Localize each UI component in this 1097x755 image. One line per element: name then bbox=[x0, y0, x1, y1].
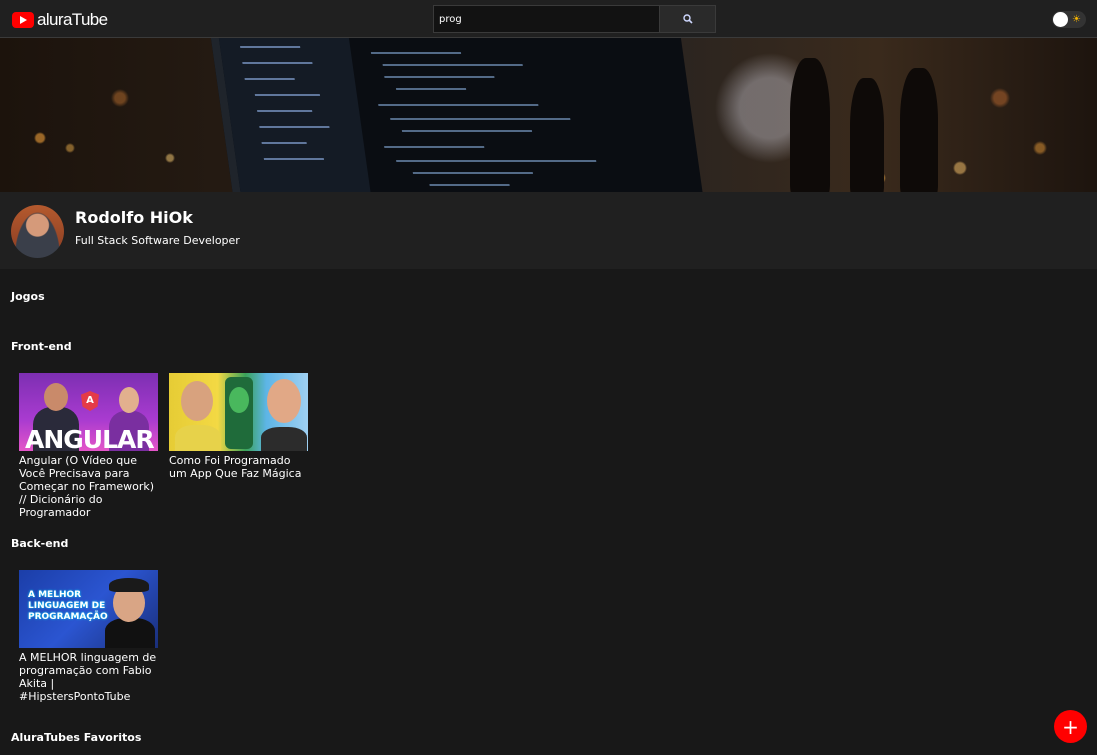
play-icon bbox=[12, 12, 34, 28]
thumbnail-text: ANGULAR bbox=[25, 425, 155, 451]
theme-toggle[interactable]: ☀ bbox=[1052, 11, 1086, 28]
section-title-jogos: Jogos bbox=[11, 290, 45, 303]
video-card[interactable]: A MELHOR LINGUAGEM DE PROGRAMAÇÃO A MELH… bbox=[19, 570, 158, 703]
video-title[interactable]: Angular (O Vídeo que Você Precisava para… bbox=[19, 454, 158, 519]
angular-logo-icon: A bbox=[81, 391, 99, 411]
video-thumbnail[interactable]: A MELHOR LINGUAGEM DE PROGRAMAÇÃO bbox=[19, 570, 158, 648]
channel-header: Rodolfo HiOk Full Stack Software Develop… bbox=[0, 192, 1097, 269]
video-thumbnail[interactable] bbox=[169, 373, 308, 451]
top-bar: aluraTube ☀ bbox=[0, 0, 1097, 38]
logo-text: aluraTube bbox=[37, 10, 108, 29]
add-video-button[interactable]: + bbox=[1054, 710, 1087, 743]
search-icon bbox=[682, 14, 693, 24]
avatar[interactable] bbox=[11, 205, 64, 258]
video-title[interactable]: A MELHOR linguagem de programação com Fa… bbox=[19, 651, 158, 703]
video-card[interactable]: Como Foi Programado um App Que Faz Mágic… bbox=[169, 373, 308, 480]
thumbnail-text: A MELHOR LINGUAGEM DE PROGRAMAÇÃO bbox=[28, 590, 108, 622]
search-button[interactable] bbox=[659, 6, 715, 32]
laptop-screen-image bbox=[210, 38, 704, 192]
toggle-knob bbox=[1053, 12, 1068, 27]
channel-name: Rodolfo HiOk bbox=[75, 208, 193, 227]
section-title-favoritos: AluraTubes Favoritos bbox=[11, 731, 142, 744]
section-title-back-end: Back-end bbox=[11, 537, 69, 550]
channel-description: Full Stack Software Developer bbox=[75, 234, 240, 247]
channel-banner bbox=[0, 38, 1097, 192]
section-title-front-end: Front-end bbox=[11, 340, 72, 353]
video-thumbnail[interactable]: A ANGULAR bbox=[19, 373, 158, 451]
search-bar bbox=[433, 5, 716, 33]
alura-tube-logo[interactable]: aluraTube bbox=[12, 10, 108, 30]
search-input[interactable] bbox=[434, 6, 660, 32]
video-title[interactable]: Como Foi Programado um App Que Faz Mágic… bbox=[169, 454, 308, 480]
video-card[interactable]: A ANGULAR Angular (O Vídeo que Você Prec… bbox=[19, 373, 158, 519]
sun-icon: ☀ bbox=[1072, 14, 1081, 25]
